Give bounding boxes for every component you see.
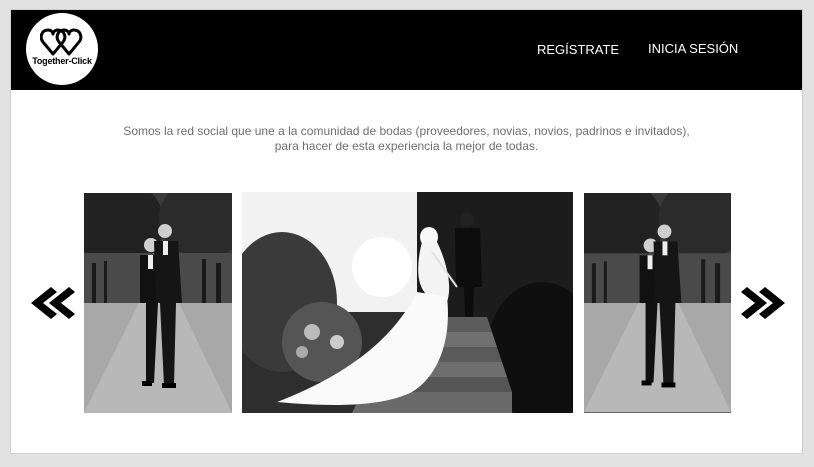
carousel-slide-left[interactable]: [84, 193, 232, 413]
register-link[interactable]: REGÍSTRATE: [537, 42, 619, 57]
hearts-logo-icon: [40, 28, 83, 56]
carousel-next-button[interactable]: [737, 284, 787, 322]
double-chevron-right-icon: [741, 287, 785, 319]
logo-text: Together-Click: [32, 56, 92, 66]
grooms-photo: [584, 193, 731, 413]
double-chevron-left-icon: [31, 287, 75, 319]
page-frame: Together-Click REGÍSTRATE INICIA SESIÓN …: [10, 9, 803, 454]
grooms-photo: [84, 193, 232, 413]
intro-line-1: Somos la red social que une a la comunid…: [123, 124, 690, 138]
carousel-slide-center[interactable]: [242, 192, 573, 413]
login-link[interactable]: INICIA SESIÓN: [648, 41, 738, 56]
carousel-slide-right[interactable]: [584, 193, 731, 413]
bride-groom-stairs-photo: [242, 192, 573, 413]
intro-text: Somos la red social que une a la comunid…: [11, 124, 802, 154]
header-bar: Together-Click REGÍSTRATE INICIA SESIÓN: [11, 10, 802, 90]
logo[interactable]: Together-Click: [26, 13, 98, 85]
carousel-prev-button[interactable]: [29, 284, 79, 322]
intro-line-2: para hacer de esta experiencia la mejor …: [274, 139, 539, 153]
